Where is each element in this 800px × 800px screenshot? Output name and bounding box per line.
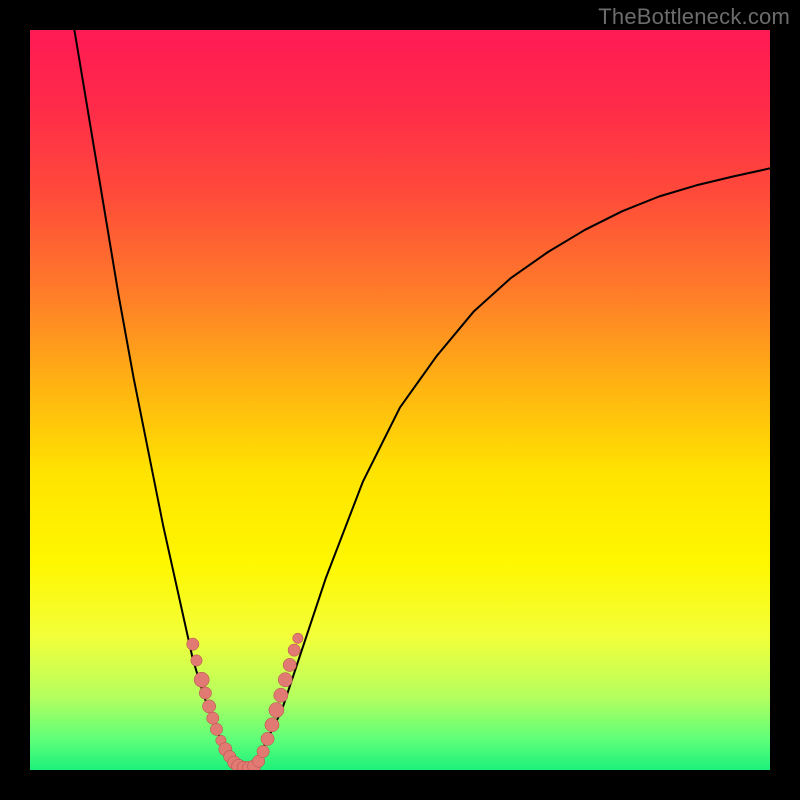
- plot-area: [30, 30, 770, 770]
- watermark-text: TheBottleneck.com: [598, 4, 790, 30]
- heat-gradient-background: [30, 30, 770, 770]
- chart-frame: TheBottleneck.com: [0, 0, 800, 800]
